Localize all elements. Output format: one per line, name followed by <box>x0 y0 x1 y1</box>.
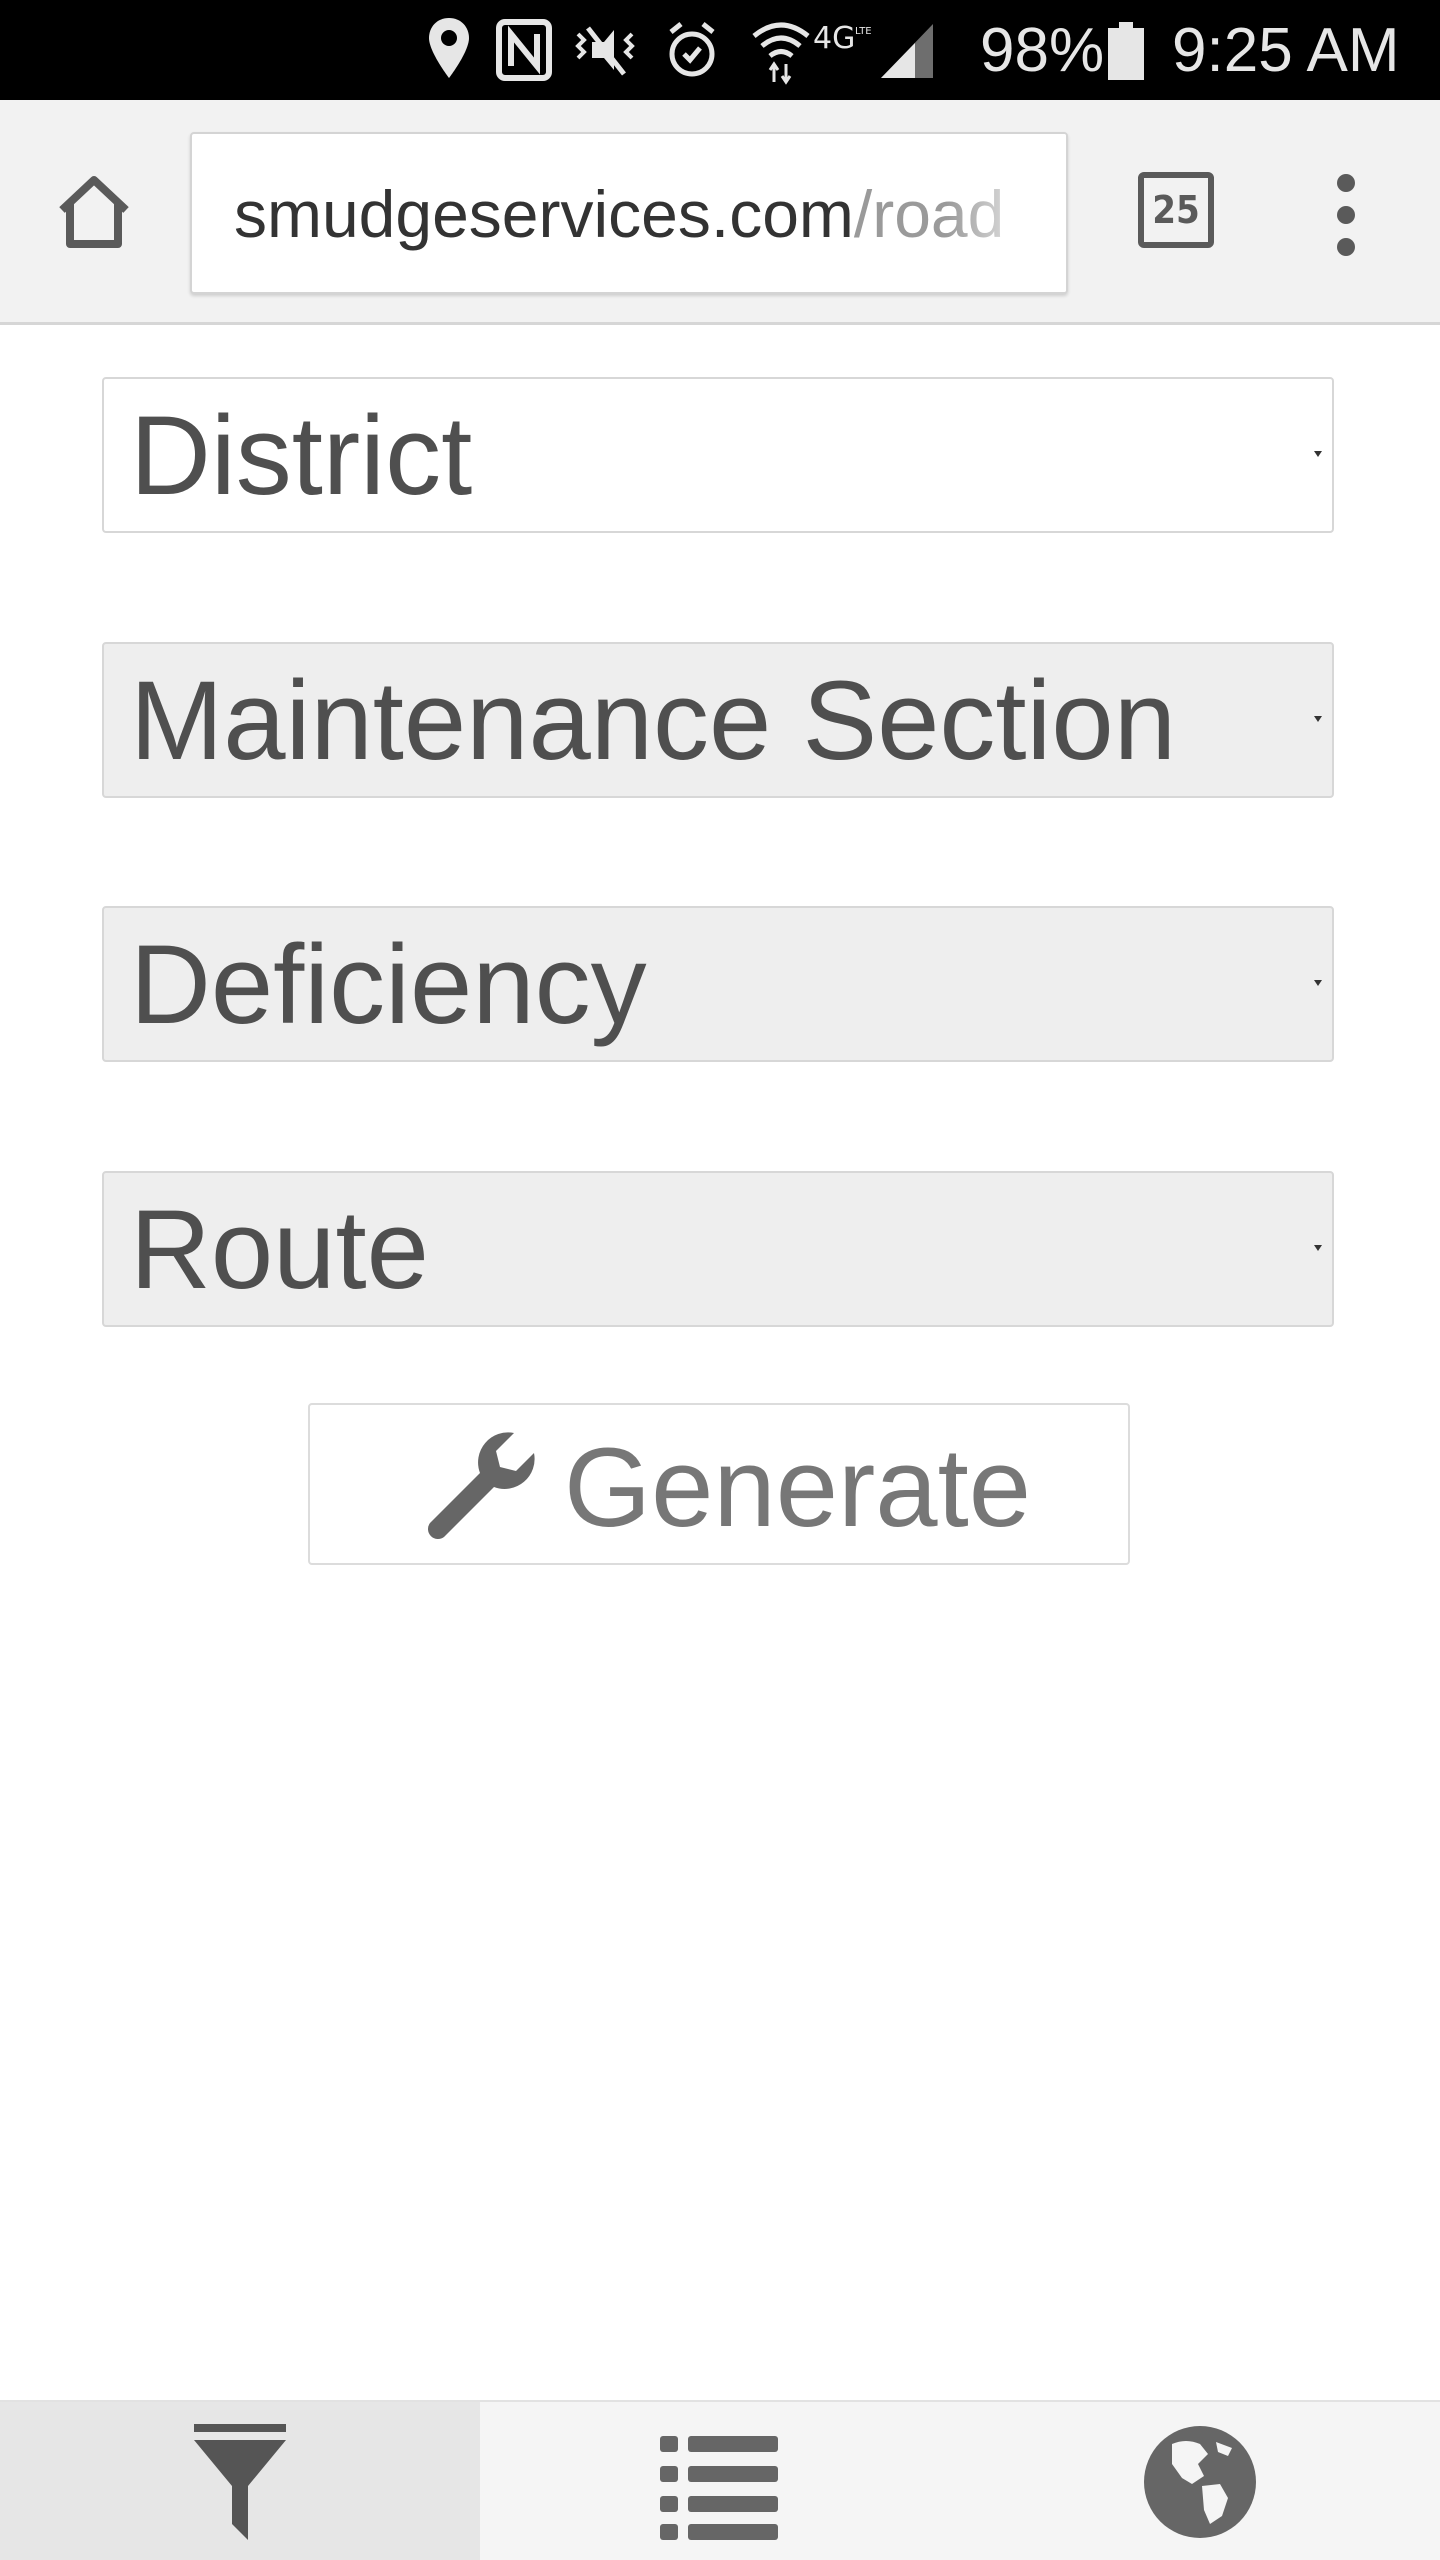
nav-map[interactable] <box>960 2402 1440 2560</box>
battery-icon <box>1108 22 1144 80</box>
url-bar[interactable]: smudgeservices.com/road <box>190 132 1068 294</box>
tab-switcher-button[interactable]: 25 <box>1138 172 1214 248</box>
home-icon[interactable] <box>52 170 136 254</box>
browser-toolbar: smudgeservices.com/road 25 <box>0 100 1440 325</box>
location-icon <box>429 18 469 78</box>
bottom-nav <box>0 2400 1440 2560</box>
4g-lte-icon: 4G LTE <box>813 21 871 56</box>
nav-list[interactable] <box>480 2402 960 2560</box>
battery-percent: 98% <box>980 16 1105 85</box>
select-label: Deficiency <box>130 922 647 1047</box>
maintenance-section-select[interactable]: Maintenance Section <box>102 642 1334 798</box>
url-host: smudgeservices.com <box>234 177 854 251</box>
caret-down-icon <box>1314 716 1322 722</box>
vibrate-icon <box>575 26 635 76</box>
generate-button[interactable]: Generate <box>308 1403 1130 1565</box>
screen: 4G LTE 98% 9:25 AM smudgeservices.com/ro… <box>0 0 1440 2560</box>
route-select[interactable]: Route <box>102 1171 1334 1327</box>
select-label: Route <box>130 1187 429 1312</box>
clock: 9:25 AM <box>1172 16 1400 85</box>
caret-down-icon <box>1314 980 1322 986</box>
tab-count: 25 <box>1152 188 1200 232</box>
generate-label: Generate <box>564 1425 1031 1550</box>
svg-text:4G: 4G <box>813 21 855 56</box>
select-label: District <box>130 393 473 518</box>
filter-icon <box>194 2424 286 2540</box>
wrench-icon <box>428 1432 535 1539</box>
url-text: smudgeservices.com/road <box>234 178 1004 250</box>
status-bar: 4G LTE 98% 9:25 AM <box>0 0 1440 100</box>
district-select[interactable]: District <box>102 377 1334 533</box>
list-icon <box>660 2436 778 2540</box>
alarm-icon <box>669 22 715 77</box>
caret-down-icon <box>1314 451 1322 457</box>
select-label: Maintenance Section <box>130 658 1177 783</box>
nav-filter[interactable] <box>0 2402 480 2560</box>
svg-text:LTE: LTE <box>855 26 871 37</box>
signal-icon <box>881 24 933 78</box>
nfc-icon <box>496 19 552 81</box>
url-fade <box>946 134 1066 292</box>
caret-down-icon <box>1314 1245 1322 1251</box>
globe-icon <box>1144 2426 1256 2538</box>
deficiency-select[interactable]: Deficiency <box>102 906 1334 1062</box>
wifi-icon <box>752 22 810 85</box>
overflow-menu-icon[interactable] <box>1322 170 1372 260</box>
